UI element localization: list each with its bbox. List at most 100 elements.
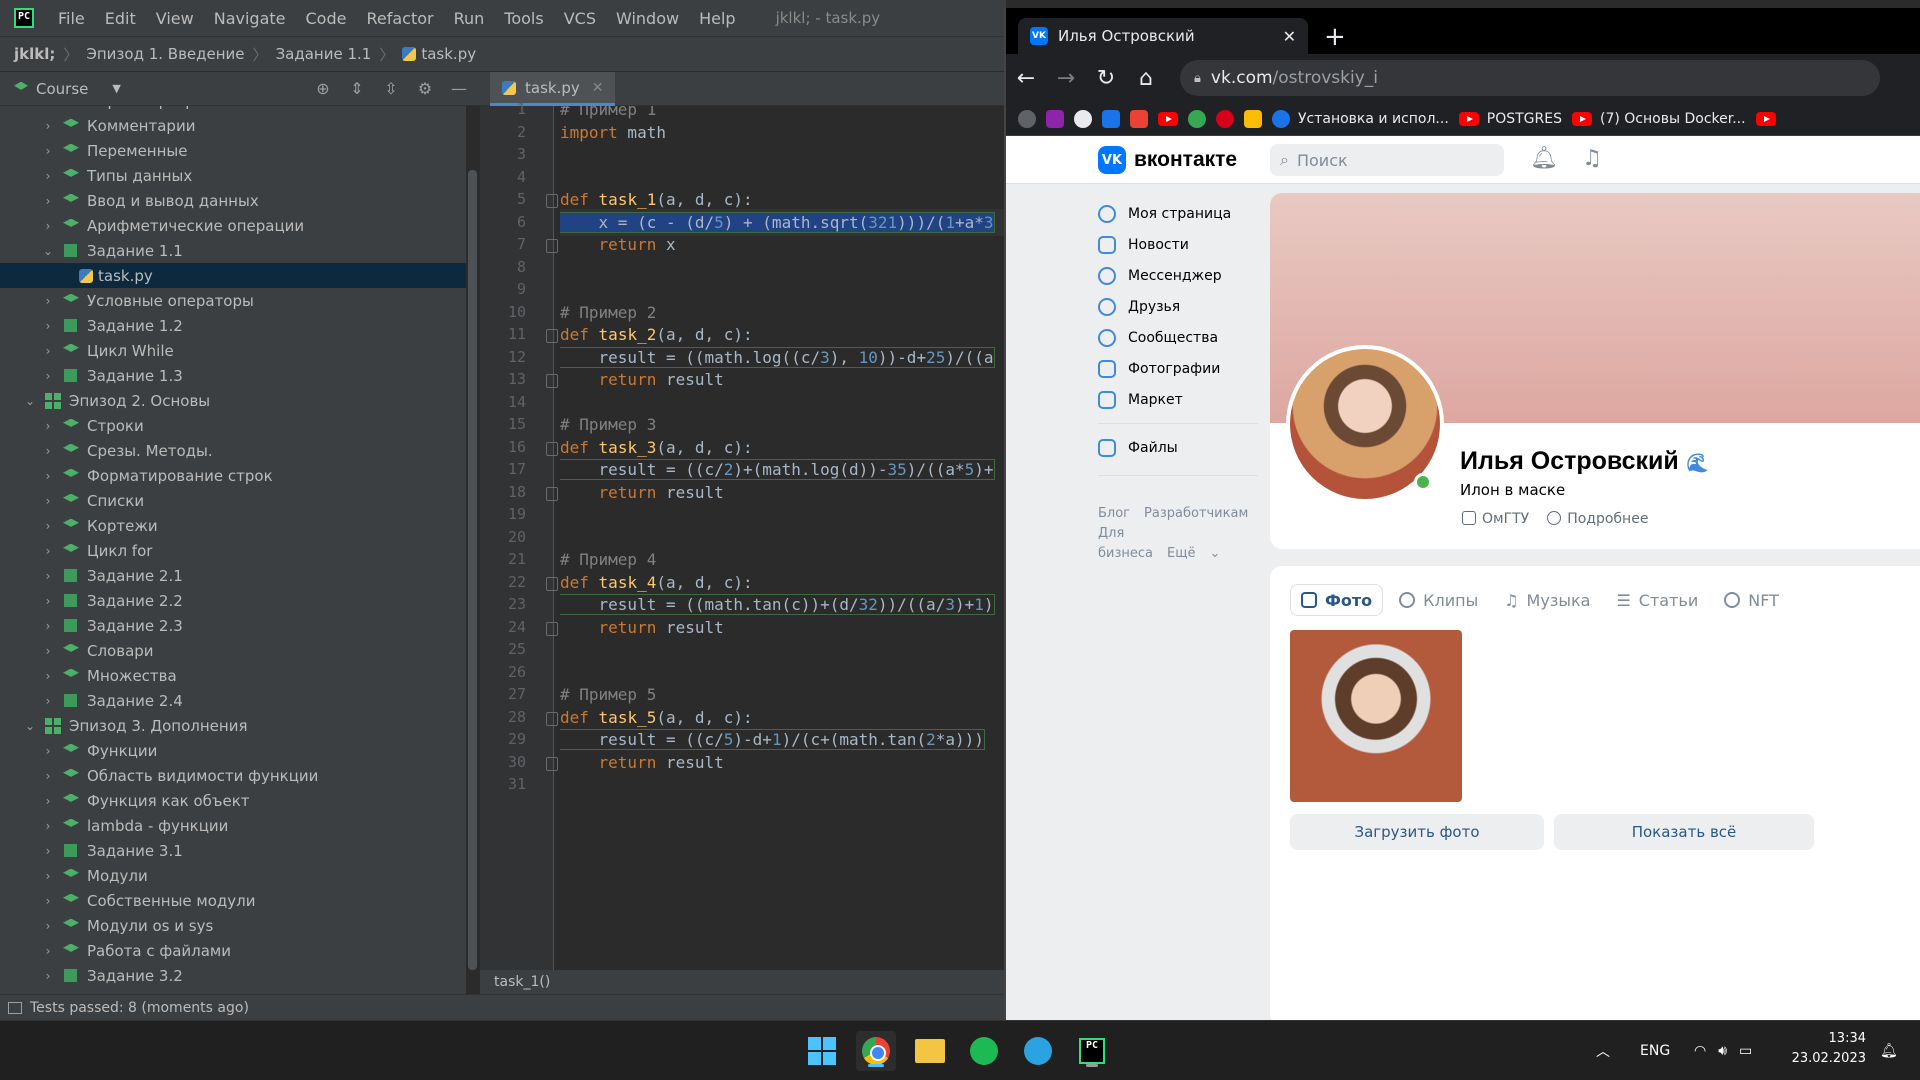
chevron-right-icon[interactable]: ›: [41, 494, 55, 508]
tree-item[interactable]: › Переменные: [0, 138, 466, 163]
course-selector[interactable]: Course ▼: [14, 80, 121, 98]
sidebar-item-messenger[interactable]: Мессенджер: [1098, 260, 1258, 291]
link-business[interactable]: Для бизнеса: [1098, 526, 1153, 561]
menu-help[interactable]: Help: [689, 9, 745, 28]
chevron-right-icon[interactable]: ›: [41, 319, 55, 333]
fold-marker-icon[interactable]: [546, 329, 558, 343]
bell-icon[interactable]: 🔔︎: [1530, 146, 1558, 174]
chevron-right-icon[interactable]: ›: [41, 419, 55, 433]
upload-photo-button[interactable]: Загрузить фото: [1290, 814, 1544, 850]
fold-marker-icon[interactable]: [546, 374, 558, 388]
bookmark-postgres[interactable]: POSTGRES: [1458, 111, 1562, 127]
fold-marker-icon[interactable]: [546, 621, 558, 636]
chevron-right-icon[interactable]: ›: [41, 194, 55, 208]
chevron-right-icon[interactable]: ›: [41, 469, 55, 483]
notifications-icon[interactable]: 🔔︎: [1880, 1021, 1898, 1080]
vk-search-input[interactable]: ⌕ Поиск: [1270, 144, 1504, 176]
more-info-link[interactable]: Подробнее: [1547, 511, 1648, 527]
lock-icon[interactable]: 🔒︎: [1194, 71, 1201, 86]
code-line[interactable]: result = ((math.log((c/3), 10))-d+25)/((…: [560, 346, 995, 368]
chevron-right-icon[interactable]: ›: [41, 644, 55, 658]
sidebar-item-my-page[interactable]: Моя страница: [1098, 198, 1258, 229]
tree-item[interactable]: › Словари: [0, 638, 466, 663]
code-line[interactable]: def task_1(a, d, c):: [560, 190, 753, 209]
menu-code[interactable]: Code: [296, 9, 357, 28]
chevron-right-icon[interactable]: ›: [41, 669, 55, 683]
code-line[interactable]: # Пример 3: [560, 415, 656, 434]
tree-item[interactable]: › Строки: [0, 413, 466, 438]
chevron-right-icon[interactable]: ›: [41, 619, 55, 633]
fold-marker-icon[interactable]: [546, 711, 558, 726]
code-line[interactable]: return result: [560, 483, 724, 502]
home-icon[interactable]: ⌂: [1126, 66, 1166, 91]
tree-item[interactable]: › Ввод и вывод данных: [0, 188, 466, 213]
code-line[interactable]: # Пример 5: [560, 685, 656, 704]
tree-item[interactable]: › Множества: [0, 663, 466, 688]
language-indicator[interactable]: ENG: [1640, 1021, 1670, 1080]
chevron-right-icon[interactable]: ›: [41, 969, 55, 983]
fold-marker-icon[interactable]: [546, 441, 558, 456]
taskbar-chrome[interactable]: [856, 1031, 896, 1071]
tree-item[interactable]: › Задание 2.2: [0, 588, 466, 613]
chevron-down-icon[interactable]: ⌄: [23, 719, 37, 733]
tree-item[interactable]: › Комментарии: [0, 113, 466, 138]
bookmark-icon[interactable]: [1046, 109, 1064, 128]
hh-icon[interactable]: [1216, 109, 1234, 128]
breadcrumb-episode[interactable]: Эпизод 1. Введение: [86, 45, 244, 63]
university-link[interactable]: ОмГТУ: [1462, 511, 1529, 527]
breadcrumb-file[interactable]: task.py: [421, 45, 476, 63]
tree-item[interactable]: › Списки: [0, 488, 466, 513]
chevron-right-icon[interactable]: ›: [41, 744, 55, 758]
tree-item[interactable]: › Цикл for: [0, 538, 466, 563]
bookmark-icon[interactable]: [1018, 109, 1036, 128]
code-line[interactable]: return result: [560, 618, 724, 637]
tree-item[interactable]: › Модули: [0, 863, 466, 888]
code-line[interactable]: return result: [560, 370, 724, 389]
tree-item[interactable]: › Арифметические операции: [0, 213, 466, 238]
sidebar-item-market[interactable]: Маркет: [1098, 384, 1258, 415]
minimize-icon[interactable]: —: [448, 78, 470, 100]
chevron-right-icon[interactable]: ›: [41, 844, 55, 858]
vk-logo[interactable]: VK вконтакте: [1098, 146, 1237, 174]
code-line[interactable]: # Пример 4: [560, 550, 656, 569]
fold-marker-icon[interactable]: [546, 486, 558, 501]
tree-item[interactable]: › Задание 2.3: [0, 613, 466, 638]
sidebar-item-friends[interactable]: Друзья: [1098, 291, 1258, 322]
clock[interactable]: 13:34 23.02.2023: [1790, 1029, 1866, 1069]
tab-clips[interactable]: Клипы: [1389, 584, 1488, 616]
menu-window[interactable]: Window: [606, 9, 689, 28]
chevron-right-icon[interactable]: ›: [41, 344, 55, 358]
bookmark-icon[interactable]: [1244, 109, 1262, 128]
tree-item[interactable]: › Цикл While: [0, 338, 466, 363]
code-line[interactable]: x = (c - (d/5) + (math.sqrt(321)))/(1+a*…: [560, 211, 995, 233]
taskbar-spotify[interactable]: [964, 1031, 1004, 1071]
chevron-right-icon[interactable]: ›: [41, 819, 55, 833]
address-bar[interactable]: 🔒︎ vk.com/ostrovskiy_i: [1180, 60, 1880, 96]
system-tray[interactable]: ◠ 🔊︎ ▭: [1694, 1021, 1752, 1080]
tree-item[interactable]: task.py: [0, 263, 466, 288]
tree-item[interactable]: › Кортежи: [0, 513, 466, 538]
chevron-right-icon[interactable]: ›: [41, 519, 55, 533]
start-button[interactable]: [802, 1031, 842, 1071]
chevron-right-icon[interactable]: ›: [41, 769, 55, 783]
chevron-right-icon[interactable]: ›: [41, 869, 55, 883]
gmail-icon[interactable]: [1130, 109, 1148, 128]
chevron-right-icon[interactable]: ›: [41, 169, 55, 183]
tree-item[interactable]: › Задание 3.2: [0, 963, 466, 988]
taskbar-pycharm[interactable]: PC: [1072, 1031, 1112, 1071]
fold-marker-icon[interactable]: [546, 576, 558, 591]
panel-toggle-icon[interactable]: [8, 1001, 22, 1014]
menu-vcs[interactable]: VCS: [554, 9, 606, 28]
back-icon[interactable]: ←: [1006, 66, 1046, 91]
tree-item[interactable]: › Условные операторы: [0, 288, 466, 313]
bookmark-icon[interactable]: [1188, 109, 1206, 128]
menu-view[interactable]: View: [146, 9, 204, 28]
code-line[interactable]: result = ((c/5)-d+1)/(c+(math.tan(2*a))): [560, 729, 985, 750]
close-icon[interactable]: ✕: [592, 80, 604, 96]
chevron-right-icon[interactable]: ›: [41, 894, 55, 908]
code-line[interactable]: result = ((c/2)+(math.log(d))-35)/((a*5)…: [560, 459, 995, 480]
tree-item[interactable]: › Задание 2.4: [0, 688, 466, 713]
expand-all-icon[interactable]: ⇕: [346, 78, 368, 100]
menu-navigate[interactable]: Navigate: [204, 9, 296, 28]
close-tab-icon[interactable]: ✕: [1283, 27, 1296, 46]
